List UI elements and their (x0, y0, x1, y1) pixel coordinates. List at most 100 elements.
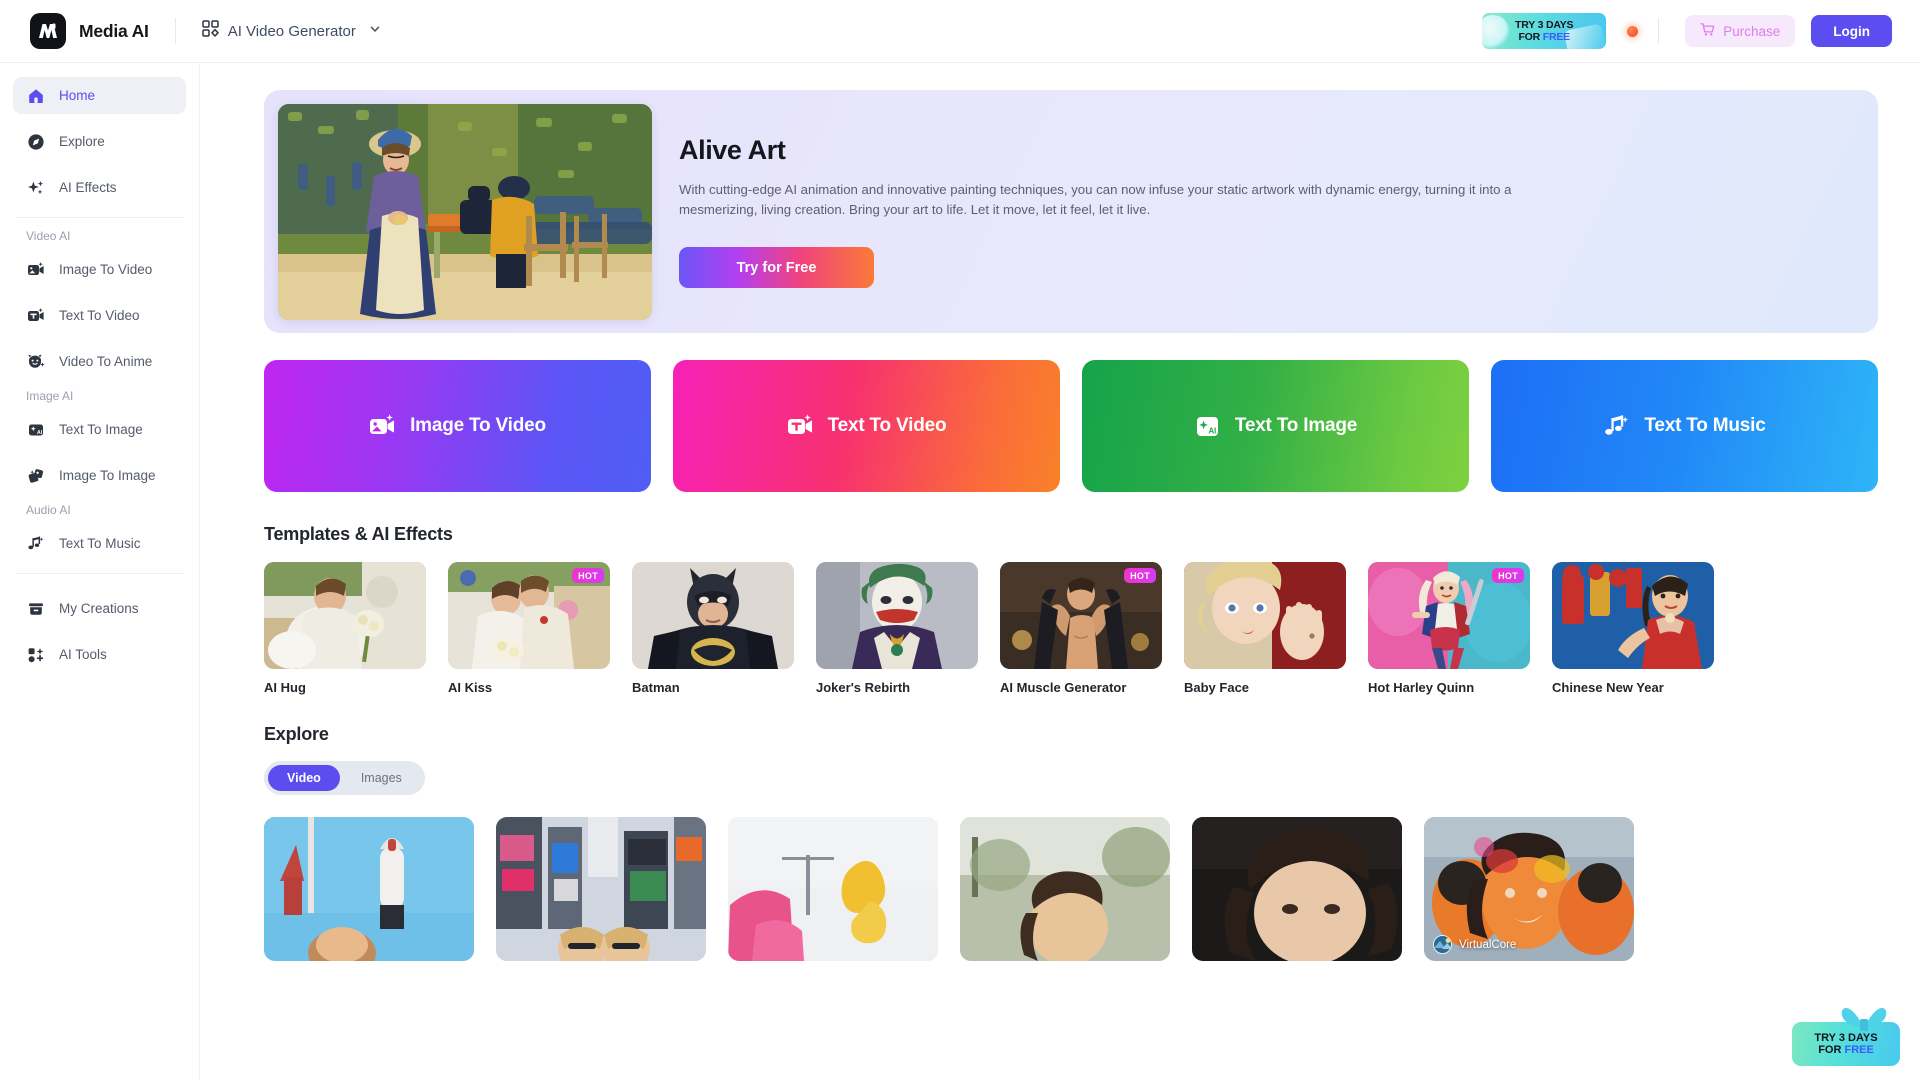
template-thumbnail: HOT (1368, 562, 1530, 669)
sidebar-item-label: Text To Video (59, 308, 140, 323)
archive-box-icon (26, 599, 45, 618)
sidebar-divider-2 (16, 573, 183, 574)
sidebar-group-video-ai: Video AI (26, 229, 71, 243)
quick-action-cards: Image To Video Text To Video AI Text To … (264, 360, 1878, 492)
sidebar-item-video-to-anime[interactable]: Video To Anime (13, 343, 186, 380)
promo-line1: TRY 3 DAYS (1515, 18, 1574, 31)
tab-video[interactable]: Video (268, 765, 340, 791)
action-card-text-to-video[interactable]: Text To Video (673, 360, 1060, 492)
template-card[interactable]: HOT AI Muscle Generator (1000, 562, 1162, 695)
explore-card[interactable] (728, 817, 938, 961)
hero-text-block: Alive Art With cutting-edge AI animation… (679, 135, 1878, 288)
template-label: Batman (632, 680, 680, 695)
promo-decoration (1482, 15, 1511, 49)
sidebar-item-text-to-image[interactable]: AI Text To Image (13, 411, 186, 448)
anime-face-icon (26, 352, 45, 371)
action-card-image-to-video[interactable]: Image To Video (264, 360, 651, 492)
explore-tabs: Video Images (264, 761, 425, 795)
image-video-icon (26, 260, 45, 279)
try-for-free-button[interactable]: Try for Free (679, 247, 874, 288)
sidebar-item-image-to-image[interactable]: Image To Image (13, 457, 186, 494)
sidebar-group-image-ai: Image AI (26, 389, 74, 403)
sidebar-divider (16, 217, 183, 218)
hot-badge: HOT (572, 568, 604, 583)
template-card[interactable]: Baby Face (1184, 562, 1346, 695)
explore-grid: VirtualCore (264, 817, 1920, 961)
sidebar-item-explore[interactable]: Explore (13, 123, 186, 160)
svg-text:AI: AI (37, 430, 43, 436)
notification-dot-icon (1626, 25, 1638, 37)
floating-trial-promo[interactable]: TRY 3 DAYS FOR FREE (1792, 1008, 1900, 1066)
music-note-icon (1603, 413, 1630, 440)
template-thumbnail (1184, 562, 1346, 669)
sidebar-item-ai-tools[interactable]: AI Tools (13, 636, 186, 673)
hero-description: With cutting-edge AI animation and innov… (679, 182, 1512, 217)
template-label: Baby Face (1184, 680, 1250, 695)
promo-line2: FOR FREE (1518, 30, 1570, 43)
login-button[interactable]: Login (1811, 15, 1892, 47)
music-note-icon (26, 534, 45, 553)
image-video-icon (369, 413, 396, 440)
sidebar-item-label: Text To Image (59, 422, 143, 437)
text-video-icon (787, 413, 814, 440)
action-card-text-to-music[interactable]: Text To Music (1491, 360, 1878, 492)
action-card-text-to-image[interactable]: AI Text To Image (1082, 360, 1469, 492)
main-content: Alive Art With cutting-edge AI animation… (200, 63, 1920, 1080)
notification-button[interactable] (1606, 25, 1658, 37)
brand-logo[interactable]: Media AI (30, 13, 149, 49)
hero-title: Alive Art (679, 135, 786, 165)
template-card[interactable]: Batman (632, 562, 794, 695)
sidebar-item-label: AI Effects (59, 180, 117, 195)
text-video-icon (26, 306, 45, 325)
chevron-down-icon (369, 22, 381, 40)
explore-card[interactable] (960, 817, 1170, 961)
promo-free-word: FREE (1542, 30, 1570, 43)
template-card[interactable]: Joker's Rebirth (816, 562, 978, 695)
compass-icon (26, 132, 45, 151)
action-card-label: Image To Video (410, 415, 546, 436)
explore-card[interactable] (496, 817, 706, 961)
tab-images[interactable]: Images (342, 765, 421, 791)
sidebar-nav: Home Explore AI Effects Video AI Image T… (0, 63, 200, 1080)
top-header: Media AI AI Video Generator TRY 3 DAYS F… (0, 0, 1920, 63)
explore-card[interactable]: VirtualCore (1424, 817, 1634, 961)
sidebar-item-label: Image To Image (59, 468, 156, 483)
template-thumbnail (816, 562, 978, 669)
template-thumbnail (1552, 562, 1714, 669)
header-divider (174, 18, 176, 44)
action-card-label: Text To Music (1644, 415, 1766, 436)
sidebar-item-ai-effects[interactable]: AI Effects (13, 169, 186, 206)
trial-promo-banner[interactable]: TRY 3 DAYS FOR FREE (1482, 13, 1607, 49)
template-card[interactable]: HOT Hot Harley Quinn (1368, 562, 1530, 695)
action-card-label: Text To Video (827, 415, 947, 436)
explore-card[interactable] (1192, 817, 1402, 961)
sidebar-item-text-to-music[interactable]: Text To Music (13, 525, 186, 562)
hero-banner: Alive Art With cutting-edge AI animation… (264, 90, 1878, 333)
templates-section-title: Templates & AI Effects (264, 524, 453, 544)
cart-icon (1700, 22, 1715, 40)
template-thumbnail: HOT (448, 562, 610, 669)
sidebar-item-image-to-video[interactable]: Image To Video (13, 251, 186, 288)
sidebar-item-text-to-video[interactable]: Text To Video (13, 297, 186, 334)
hot-badge: HOT (1492, 568, 1524, 583)
action-card-label: Text To Image (1234, 415, 1358, 436)
media-ai-logo-icon (30, 13, 66, 49)
template-card[interactable]: Chinese New Year (1552, 562, 1714, 695)
sidebar-item-label: My Creations (59, 601, 139, 616)
template-label: AI Hug (264, 680, 306, 695)
sidebar-item-label: Image To Video (59, 262, 153, 277)
template-card[interactable]: HOT AI Kiss (448, 562, 610, 695)
tools-grid-icon (26, 645, 45, 664)
sidebar-item-home[interactable]: Home (13, 77, 186, 114)
explore-card[interactable] (264, 817, 474, 961)
explore-section-title: Explore (264, 724, 329, 744)
header-actions: TRY 3 DAYS FOR FREE Purchase Login (1482, 13, 1920, 49)
explore-author-name: VirtualCore (1459, 938, 1517, 951)
model-selector[interactable]: AI Video Generator (201, 20, 381, 42)
template-label: Chinese New Year (1552, 680, 1664, 695)
template-card[interactable]: AI Hug (264, 562, 426, 695)
sidebar-item-label: AI Tools (59, 647, 107, 662)
purchase-button[interactable]: Purchase (1685, 15, 1796, 47)
sidebar-item-my-creations[interactable]: My Creations (13, 590, 186, 627)
templates-row: AI Hug HOT AI Kiss Batman Joker's Rebirt… (264, 562, 1920, 695)
